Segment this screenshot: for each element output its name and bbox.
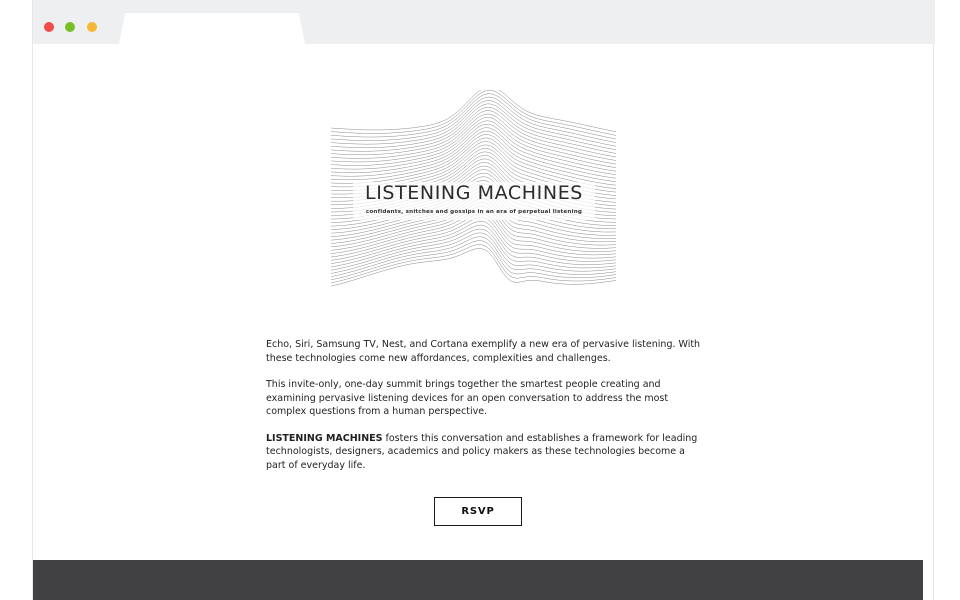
paragraph-framework: LISTENING MACHINES fosters this conversa… [266,432,706,473]
browser-window: LISTENING MACHINES confidants, snitches … [32,0,935,600]
hero-banner: LISTENING MACHINES confidants, snitches … [331,90,617,300]
maximize-window-button[interactable] [87,22,97,32]
paragraph-intro: Echo, Siri, Samsung TV, Nest, and Cortan… [266,339,701,364]
hero-title: LISTENING MACHINES [365,182,583,204]
browser-chrome [33,0,935,44]
paragraph-summit: This invite-only, one-day summit brings … [266,379,669,417]
footer-bar [33,560,923,600]
rsvp-button[interactable]: RSVP [434,497,522,526]
wave-line [331,100,617,147]
hero-subtitle: confidants, snitches and gossips in an e… [365,209,583,215]
wave-line [331,90,617,136]
description: Echo, Siri, Samsung TV, Nest, and Cortan… [266,338,706,485]
wave-line [331,93,617,140]
close-window-button[interactable] [44,22,54,32]
wave-line [331,103,617,151]
wave-line [331,107,617,154]
brand-name: LISTENING MACHINES [266,432,383,444]
wave-line [331,90,617,133]
wave-line [331,96,617,143]
minimize-window-button[interactable] [65,22,75,32]
browser-tab[interactable] [119,13,305,44]
